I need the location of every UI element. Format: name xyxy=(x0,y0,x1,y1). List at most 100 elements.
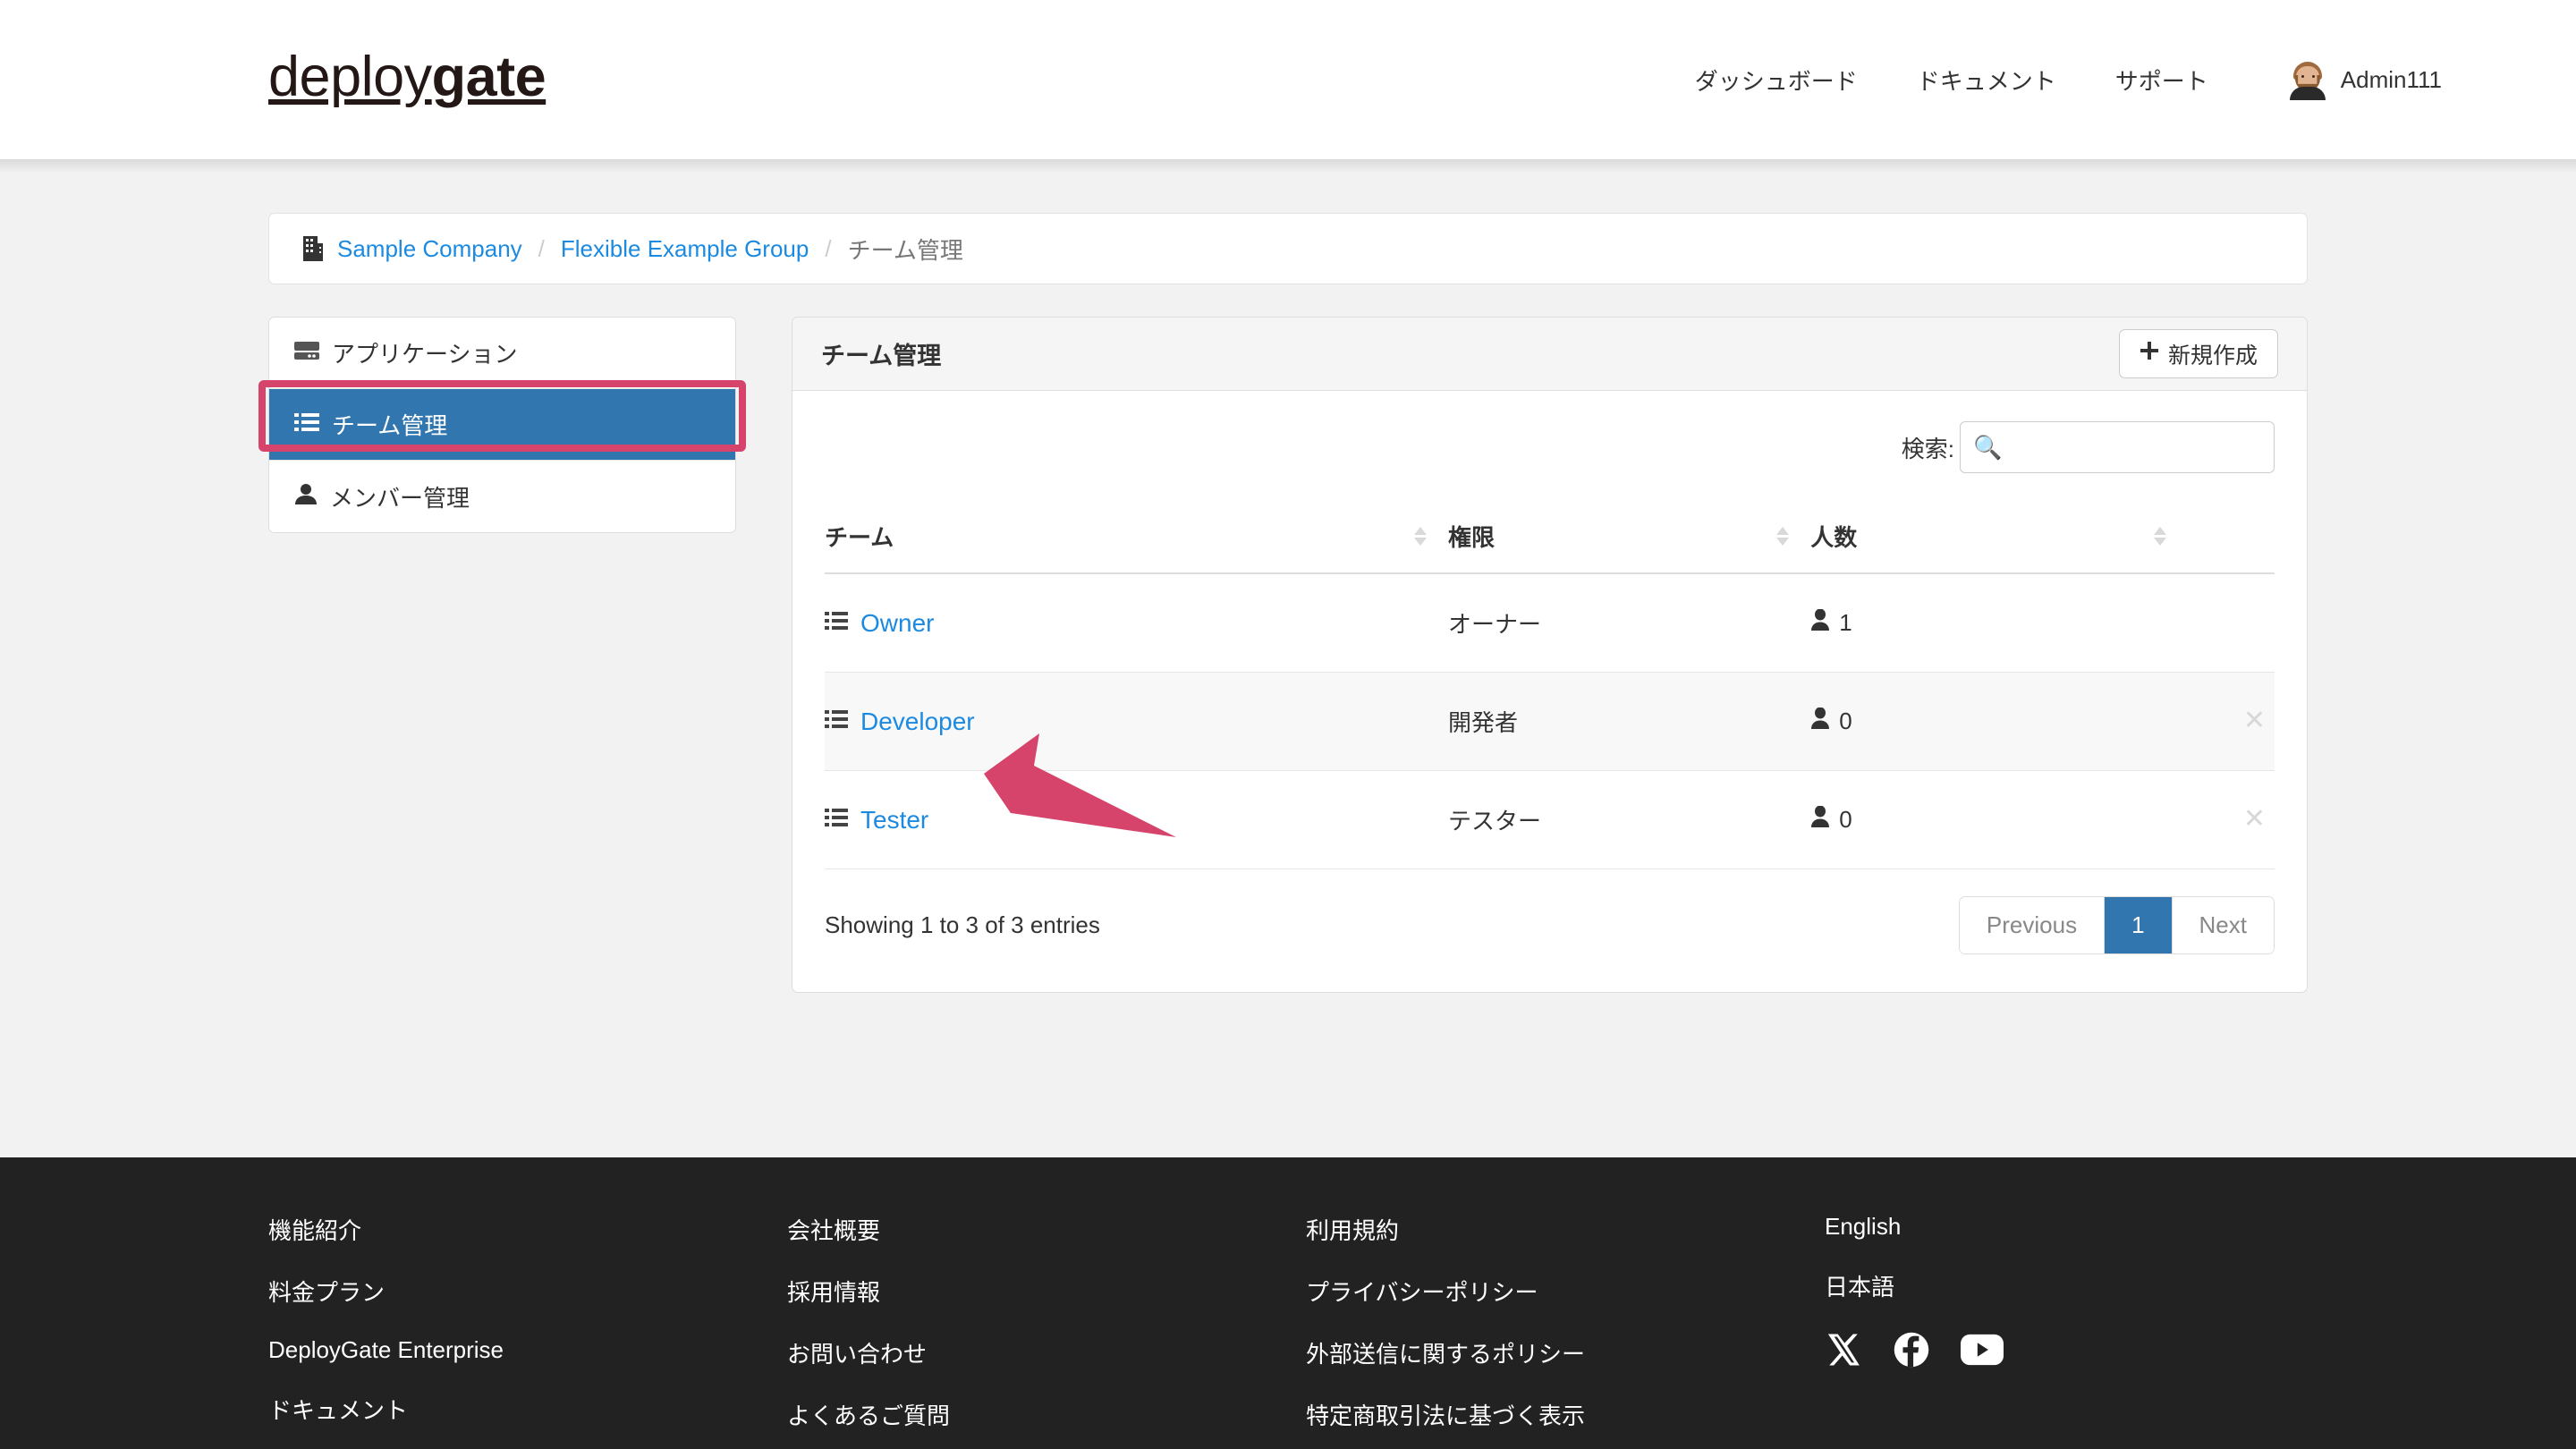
cell-actions xyxy=(2187,573,2275,673)
column-header-role[interactable]: 権限 xyxy=(1448,500,1811,574)
footer-link-documents[interactable]: ドキュメント xyxy=(268,1393,787,1426)
user-name: Admin111 xyxy=(2340,65,2442,93)
pagination-page-1[interactable]: 1 xyxy=(2105,897,2173,953)
footer-link-about[interactable]: 会社概要 xyxy=(787,1213,1306,1246)
footer-link-features[interactable]: 機能紹介 xyxy=(268,1213,787,1246)
search-input[interactable] xyxy=(1960,421,2275,473)
column-header-team-label: チーム xyxy=(825,524,894,551)
table-row: Developer 開発者 0 ✕ xyxy=(825,672,2275,771)
sidebar-item-team-management[interactable]: チーム管理 xyxy=(269,389,735,461)
footer-column-legal: 利用規約 プライバシーポリシー 外部送信に関するポリシー 特定商取引法に基づく表… xyxy=(1306,1213,1825,1449)
footer-link-pricing[interactable]: 料金プラン xyxy=(268,1275,787,1308)
deploygate-logo[interactable]: deploygate xyxy=(268,45,547,111)
site-footer: 機能紹介 料金プラン DeployGate Enterprise ドキュメント … xyxy=(0,1157,2576,1449)
list-icon xyxy=(294,411,319,438)
breadcrumb-item-current: チーム管理 xyxy=(847,236,963,264)
table-row: Owner オーナー 1 xyxy=(825,573,2275,673)
cell-role: 開発者 xyxy=(1448,672,1811,771)
team-link[interactable]: Owner xyxy=(860,609,934,638)
footer-social-links xyxy=(1825,1331,2308,1368)
column-header-count[interactable]: 人数 xyxy=(1810,500,2188,574)
close-icon[interactable]: ✕ xyxy=(2243,804,2266,834)
footer-link-enterprise[interactable]: DeployGate Enterprise xyxy=(268,1336,787,1364)
footer-link-careers[interactable]: 採用情報 xyxy=(787,1275,1306,1308)
footer-link-language-japanese[interactable]: 日本語 xyxy=(1825,1269,2308,1302)
building-icon xyxy=(301,235,325,262)
team-management-card: チーム管理 新規作成 検索: 🔍 チーム 権限 人数 Owner オーナー 1 … xyxy=(792,317,2308,993)
footer-link-commercial-transactions[interactable]: 特定商取引法に基づく表示 xyxy=(1306,1398,1825,1431)
page-title: チーム管理 xyxy=(821,343,942,369)
main-nav: ダッシュボード ドキュメント サポート Admin111 xyxy=(1665,59,2451,100)
footer-link-terms[interactable]: 利用規約 xyxy=(1306,1213,1825,1246)
breadcrumb-item-group[interactable]: Flexible Example Group xyxy=(561,235,809,263)
close-icon[interactable]: ✕ xyxy=(2243,706,2266,735)
member-count: 1 xyxy=(1839,609,1852,636)
pagination: Previous 1 Next xyxy=(1958,896,2275,954)
footer-link-privacy[interactable]: プライバシーポリシー xyxy=(1306,1275,1825,1308)
create-new-button[interactable]: 新規作成 xyxy=(2118,329,2278,378)
pagination-next[interactable]: Next xyxy=(2172,897,2274,953)
table-head: チーム 権限 人数 xyxy=(825,500,2275,574)
breadcrumb: Sample Company / Flexible Example Group … xyxy=(268,213,2308,284)
footer-column-company: 会社概要 採用情報 お問い合わせ よくあるご質問 xyxy=(787,1213,1306,1449)
x-twitter-icon[interactable] xyxy=(1825,1331,1862,1368)
team-link[interactable]: Developer xyxy=(860,708,975,736)
footer-link-external-transmission-policy[interactable]: 外部送信に関するポリシー xyxy=(1306,1336,1825,1369)
table-footer: Showing 1 to 3 of 3 entries Previous 1 N… xyxy=(825,896,2275,954)
list-icon xyxy=(825,609,848,637)
footer-column-language-social: English 日本語 xyxy=(1825,1213,2308,1449)
breadcrumb-separator: / xyxy=(538,234,545,262)
pagination-previous[interactable]: Previous xyxy=(1959,897,2106,953)
layout-columns: アプリケーション チーム管理 メンバー管理 チーム管理 新規作成 検索: 🔍 チ… xyxy=(258,317,2308,993)
cell-team: Developer xyxy=(825,672,1449,771)
logo-light-part: deploy xyxy=(268,45,432,108)
sort-indicator-icon xyxy=(1414,527,1428,546)
table-body: Owner オーナー 1 Developer 開発者 0 ✕ Tester テス… xyxy=(825,573,2275,869)
user-menu[interactable]: Admin111 xyxy=(2286,59,2451,100)
cell-count: 1 xyxy=(1810,573,2188,673)
footer-link-contact[interactable]: お問い合わせ xyxy=(787,1336,1306,1369)
team-link[interactable]: Tester xyxy=(860,806,928,835)
plus-icon xyxy=(2140,341,2159,367)
page-root: deploygate ダッシュボード ドキュメント サポート Admin111 … xyxy=(0,0,2576,1449)
card-header: チーム管理 新規作成 xyxy=(792,318,2307,391)
sidebar-item-applications[interactable]: アプリケーション xyxy=(269,318,735,389)
cell-actions: ✕ xyxy=(2187,672,2275,771)
youtube-icon[interactable] xyxy=(1961,1331,2004,1368)
list-icon xyxy=(825,708,848,735)
create-new-label: 新規作成 xyxy=(2167,343,2258,369)
footer-link-faq[interactable]: よくあるご質問 xyxy=(787,1398,1306,1431)
logo-bold-part: gate xyxy=(431,45,547,108)
sidebar-item-member-management[interactable]: メンバー管理 xyxy=(269,461,735,532)
sidebar: アプリケーション チーム管理 メンバー管理 xyxy=(258,317,746,533)
column-header-team[interactable]: チーム xyxy=(825,500,1449,574)
nav-support[interactable]: サポート xyxy=(2086,64,2238,97)
user-icon xyxy=(294,483,318,511)
search-label: 検索: xyxy=(1901,435,1954,462)
site-header: deploygate ダッシュボード ドキュメント サポート Admin111 xyxy=(0,0,2576,159)
person-icon xyxy=(1810,608,1830,637)
search-row: 検索: xyxy=(825,421,2275,473)
footer-columns: 機能紹介 料金プラン DeployGate Enterprise ドキュメント … xyxy=(268,1213,2308,1449)
list-icon xyxy=(825,806,848,834)
column-header-role-label: 権限 xyxy=(1448,524,1496,551)
breadcrumb-item-company[interactable]: Sample Company xyxy=(337,235,522,263)
cell-role: テスター xyxy=(1448,770,1811,869)
cell-team: Owner xyxy=(825,573,1449,673)
member-count: 0 xyxy=(1839,708,1852,734)
sidebar-item-label: メンバー管理 xyxy=(330,484,470,512)
server-icon xyxy=(294,339,319,367)
cell-count: 0 xyxy=(1810,672,2188,771)
sort-indicator-icon xyxy=(2153,527,2166,546)
footer-link-language-english[interactable]: English xyxy=(1825,1213,2308,1241)
nav-dashboard[interactable]: ダッシュボード xyxy=(1665,64,1887,97)
facebook-icon[interactable] xyxy=(1893,1331,1930,1368)
sidebar-item-label: チーム管理 xyxy=(332,412,448,439)
footer-column-product: 機能紹介 料金プラン DeployGate Enterprise ドキュメント … xyxy=(268,1213,787,1449)
body-area: Sample Company / Flexible Example Group … xyxy=(0,159,2576,1157)
cell-count: 0 xyxy=(1810,770,2188,869)
nav-documents[interactable]: ドキュメント xyxy=(1887,64,2086,97)
card-body: 検索: チーム 権限 xyxy=(792,391,2307,992)
breadcrumb-separator: / xyxy=(825,234,832,262)
teams-table: チーム 権限 人数 Owner オーナー 1 Developer 開発者 0 ✕… xyxy=(825,500,2275,869)
